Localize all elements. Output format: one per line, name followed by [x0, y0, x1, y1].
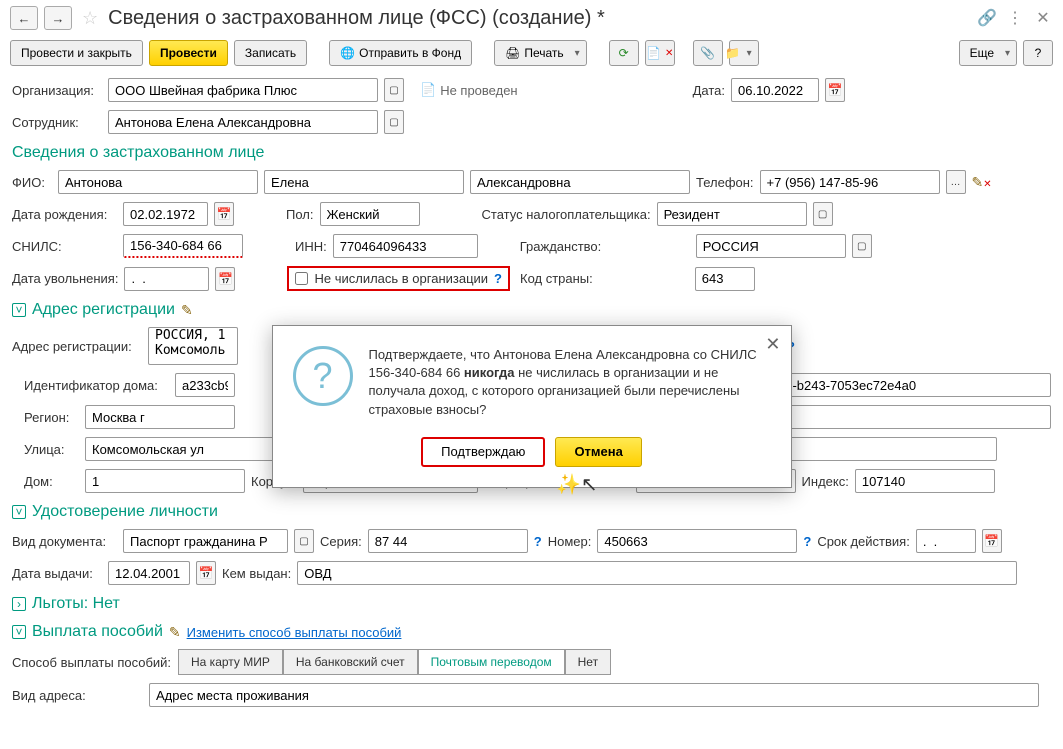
question-icon: ? — [293, 346, 353, 406]
confirm-dialog: ✕ ? Подтверждаете, что Антонова Елена Ал… — [272, 325, 792, 488]
dialog-message: Подтверждаете, что Антонова Елена Алекса… — [369, 346, 771, 419]
dialog-close-icon[interactable]: ✕ — [765, 334, 780, 355]
confirm-button[interactable]: Подтверждаю — [421, 437, 545, 467]
cancel-button[interactable]: Отмена — [555, 437, 641, 467]
dialog-text-bold: никогда — [464, 365, 515, 380]
